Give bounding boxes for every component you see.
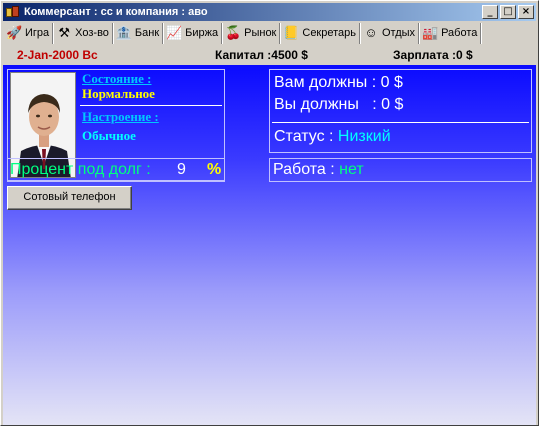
interest-value[interactable]: 9 [177,161,186,179]
app-window: Коммерсант : сс и компания : аво _ □ × 🚀… [0,0,539,426]
toolbar-button-label: Рынок [244,27,277,39]
credit-status: Статус : Низкий [274,128,391,146]
toolbar-button-4[interactable]: 🍒 Рынок [222,22,281,44]
minimize-button[interactable]: _ [482,5,498,19]
owed-to-you: Вам должны : 0 $ [274,74,403,91]
close-button[interactable]: × [518,5,534,19]
salary-readout: Зарплата :0 $ [393,48,473,62]
household-icon: ⚒ [58,25,70,40]
condition-label: Состояние : [82,71,152,86]
title-bar[interactable]: Коммерсант : сс и компания : аво _ □ × [3,3,536,21]
smiley-icon: ☺ [364,25,378,40]
toolbar-button-7[interactable]: 🏭 Работа [419,22,482,44]
job-panel: Работа : нет [269,158,532,182]
bank-icon: 🏦 [115,25,133,40]
toolbar-button-5[interactable]: 📒 Секретарь [280,22,360,44]
toolbar-button-1[interactable]: ⚒ Хоз-во [53,22,113,44]
you-owe: Вы должны : 0 $ [274,96,404,113]
work-icon: 🏭 [422,25,439,40]
game-date: 2-Jan-2000 Вс [17,48,98,62]
debts-divider [272,122,529,123]
app-icon [5,5,21,19]
toolbar-button-label: Игра [25,27,50,39]
mood-label: Настроение : [82,109,159,124]
toolbar-button-0[interactable]: 🚀 Игра [3,22,54,44]
exchange-icon: 📈 [166,25,183,40]
secretary-icon: 📒 [283,25,300,40]
toolbar-button-label: Банк [134,27,160,39]
credit-status-value: Низкий [337,128,391,145]
toolbar-button-label: Биржа [185,27,219,39]
rocket-icon: 🚀 [6,25,23,40]
toolbar-button-label: Секретарь [302,27,356,39]
status-bar: 2-Jan-2000 Вс Капитал :4500 $ Зарплата :… [3,45,536,65]
job-value: нет [339,161,364,178]
main-toolbar: 🚀 Игра ⚒ Хоз-во 🏦 Банк 📈 Биржа 🍒 Рынок 📒 Секретарь ☺… [3,22,536,44]
condition-value: Нормальное [82,86,155,101]
job-label: Работа : нет [273,161,364,179]
player-divider [80,105,222,106]
toolbar-button-2[interactable]: 🏦 Банк [113,22,164,44]
capital-readout: Капитал :4500 $ [215,48,308,62]
job-label-text: Работа : [273,161,340,178]
market-icon: 🍒 [225,25,242,40]
toolbar-button-label: Хоз-во [75,27,109,39]
maximize-button[interactable]: □ [500,5,516,19]
client-area: 2-Jan-2000 Вс Капитал :4500 $ Зарплата :… [3,45,536,425]
interest-panel: Процент под долг : 9 % [7,158,225,182]
interest-unit: % [207,161,222,178]
interest-label: Процент под долг : [10,161,151,178]
toolbar-button-label: Отдых [382,27,416,39]
cell-phone-button[interactable]: Сотовый телефон [7,186,132,210]
window-title: Коммерсант : сс и компания : аво [24,6,208,18]
toolbar-button-label: Работа [441,27,478,39]
toolbar-button-6[interactable]: ☺ Отдых [360,22,420,44]
mood-value: Обычное [82,128,136,143]
credit-status-label: Статус : [274,128,338,145]
toolbar-button-3[interactable]: 📈 Биржа [163,22,223,44]
debts-panel: Вам должны : 0 $ Вы должны : 0 $ Статус … [269,69,532,153]
